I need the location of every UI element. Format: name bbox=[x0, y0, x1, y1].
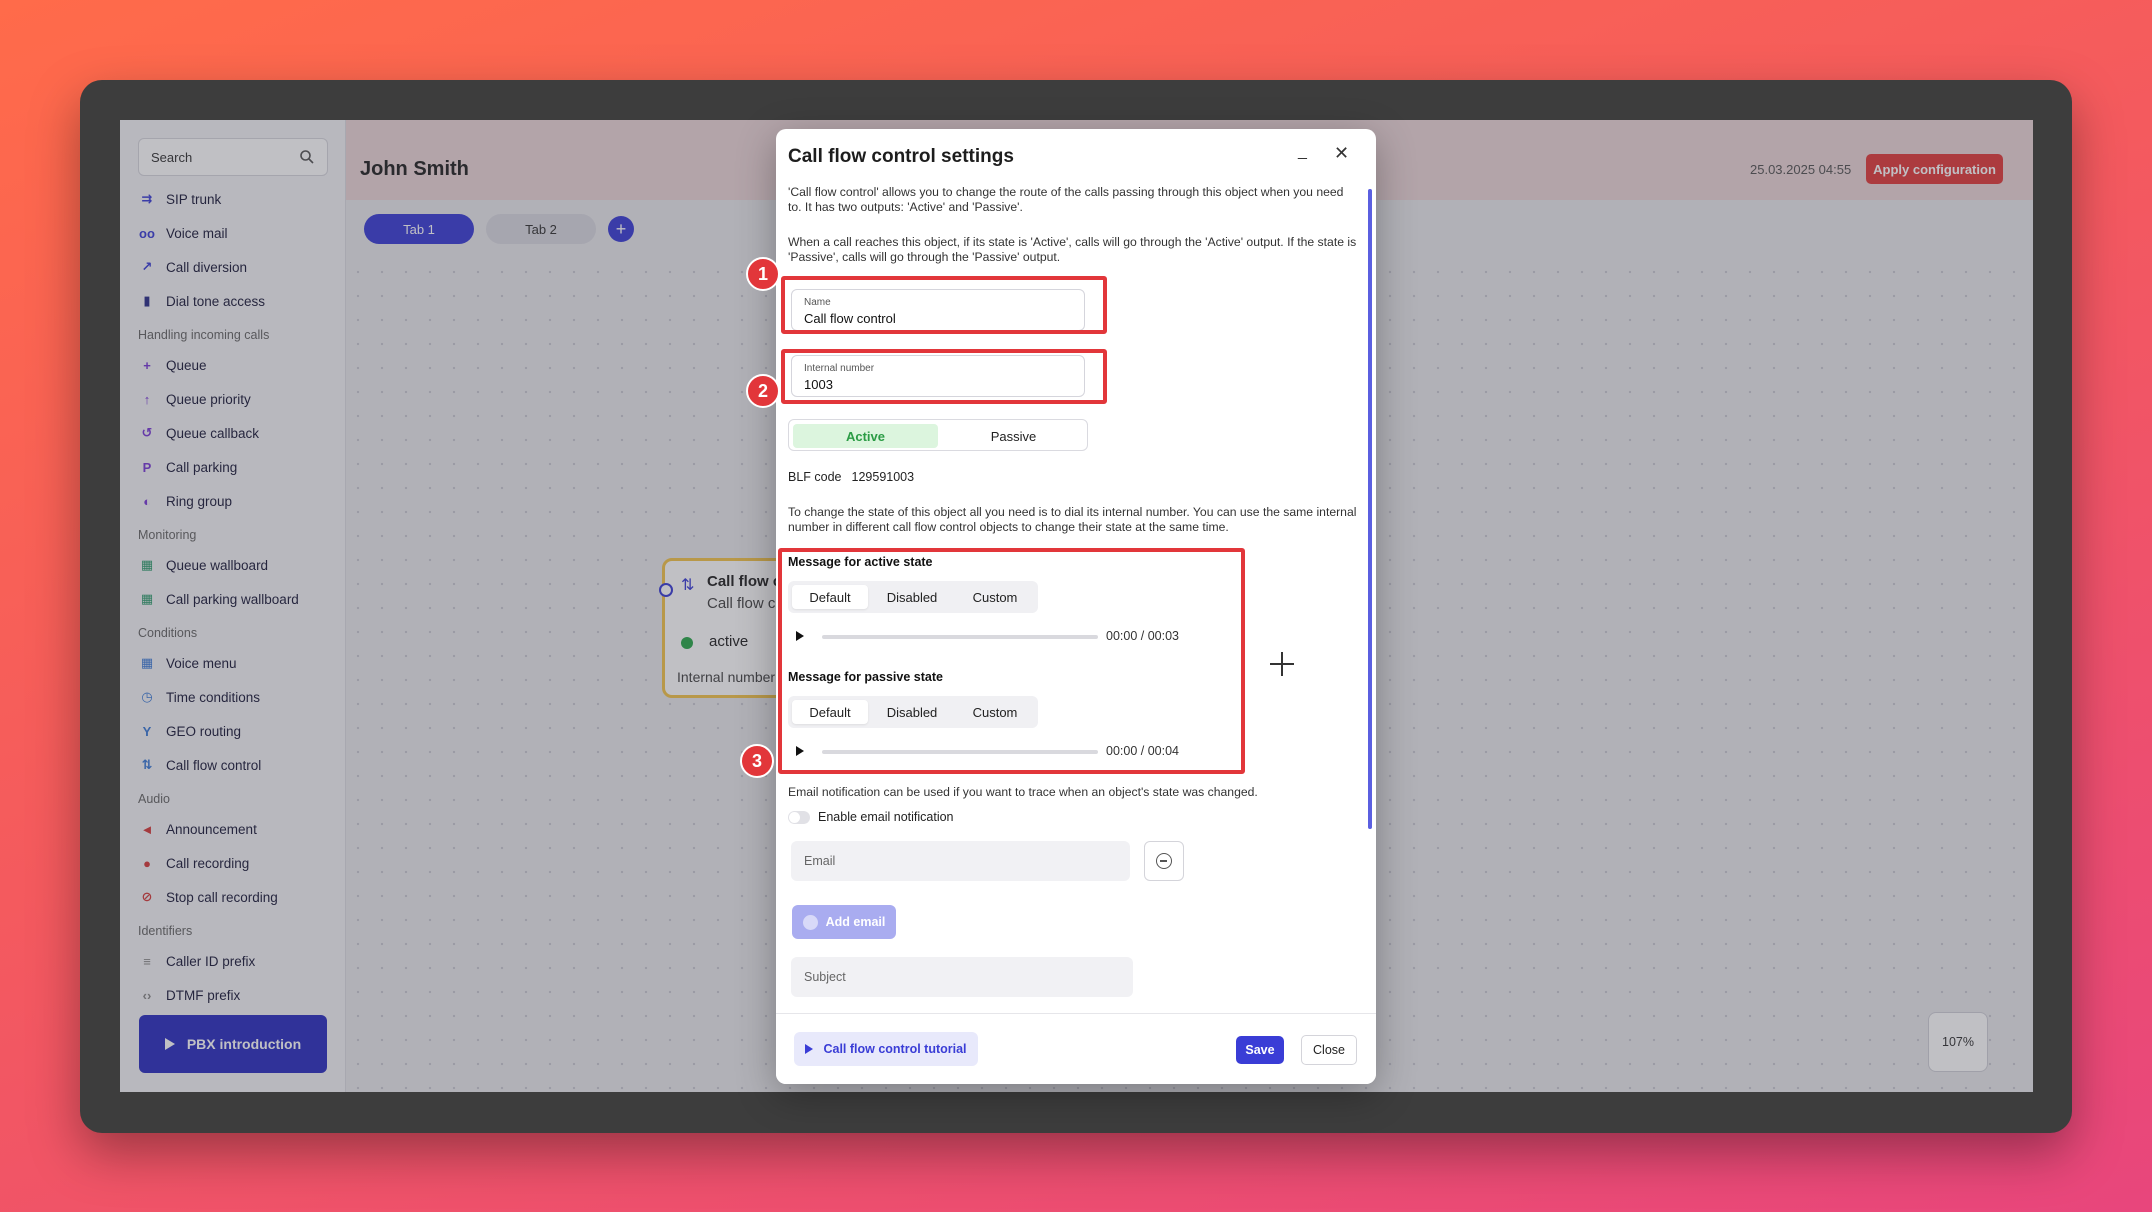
email-placeholder: Email bbox=[804, 854, 836, 868]
state-active-option[interactable]: Active bbox=[793, 424, 938, 448]
blf-code: BLF code 129591003 bbox=[788, 470, 914, 484]
save-button[interactable]: Save bbox=[1236, 1036, 1284, 1064]
intro-text-1: 'Call flow control' allows you to change… bbox=[788, 185, 1344, 214]
state-switch[interactable]: Active Passive bbox=[788, 419, 1088, 451]
crosshair-cursor bbox=[1270, 652, 1294, 676]
email-notification-toggle[interactable] bbox=[788, 811, 810, 824]
scrollbar-thumb[interactable] bbox=[1368, 189, 1372, 829]
email-toggle-label: Enable email notification bbox=[818, 810, 954, 824]
blf-label: BLF code bbox=[788, 470, 842, 484]
tutorial-label: Call flow control tutorial bbox=[823, 1042, 967, 1056]
blf-value: 129591003 bbox=[851, 470, 915, 484]
subject-placeholder: Subject bbox=[804, 970, 846, 984]
add-email-button[interactable]: Add email bbox=[792, 905, 896, 939]
annotation-badge-2: 2 bbox=[746, 374, 780, 408]
annotation-badge-3: 3 bbox=[740, 744, 774, 778]
highlight-box-2 bbox=[781, 349, 1107, 404]
annotation-badge-1: 1 bbox=[746, 257, 780, 291]
email-input[interactable]: Email bbox=[791, 841, 1130, 881]
close-icon[interactable]: ✕ bbox=[1334, 143, 1349, 164]
email-note: Email notification can be used if you wa… bbox=[788, 785, 1258, 799]
highlight-box-1 bbox=[781, 276, 1107, 334]
state-passive-option[interactable]: Passive bbox=[941, 424, 1086, 448]
plus-circle-icon bbox=[802, 914, 818, 930]
subject-input[interactable]: Subject bbox=[791, 957, 1133, 997]
remove-email-button[interactable] bbox=[1144, 841, 1184, 881]
add-email-label: Add email bbox=[825, 915, 886, 929]
scrollbar[interactable] bbox=[1368, 189, 1372, 829]
tutorial-button[interactable]: Call flow control tutorial bbox=[794, 1032, 978, 1066]
highlight-box-3 bbox=[778, 548, 1245, 774]
minus-circle-icon bbox=[1156, 853, 1172, 869]
minimize-button[interactable]: _ bbox=[1298, 143, 1307, 161]
dialog-footer: Call flow control tutorial Save Close bbox=[776, 1013, 1376, 1084]
change-state-text: To change the state of this object all y… bbox=[788, 505, 1357, 534]
close-button[interactable]: Close bbox=[1301, 1035, 1357, 1065]
dialog-title: Call flow control settings bbox=[788, 146, 1014, 167]
intro-text-2: When a call reaches this object, if its … bbox=[788, 235, 1357, 264]
play-icon bbox=[805, 1044, 814, 1054]
